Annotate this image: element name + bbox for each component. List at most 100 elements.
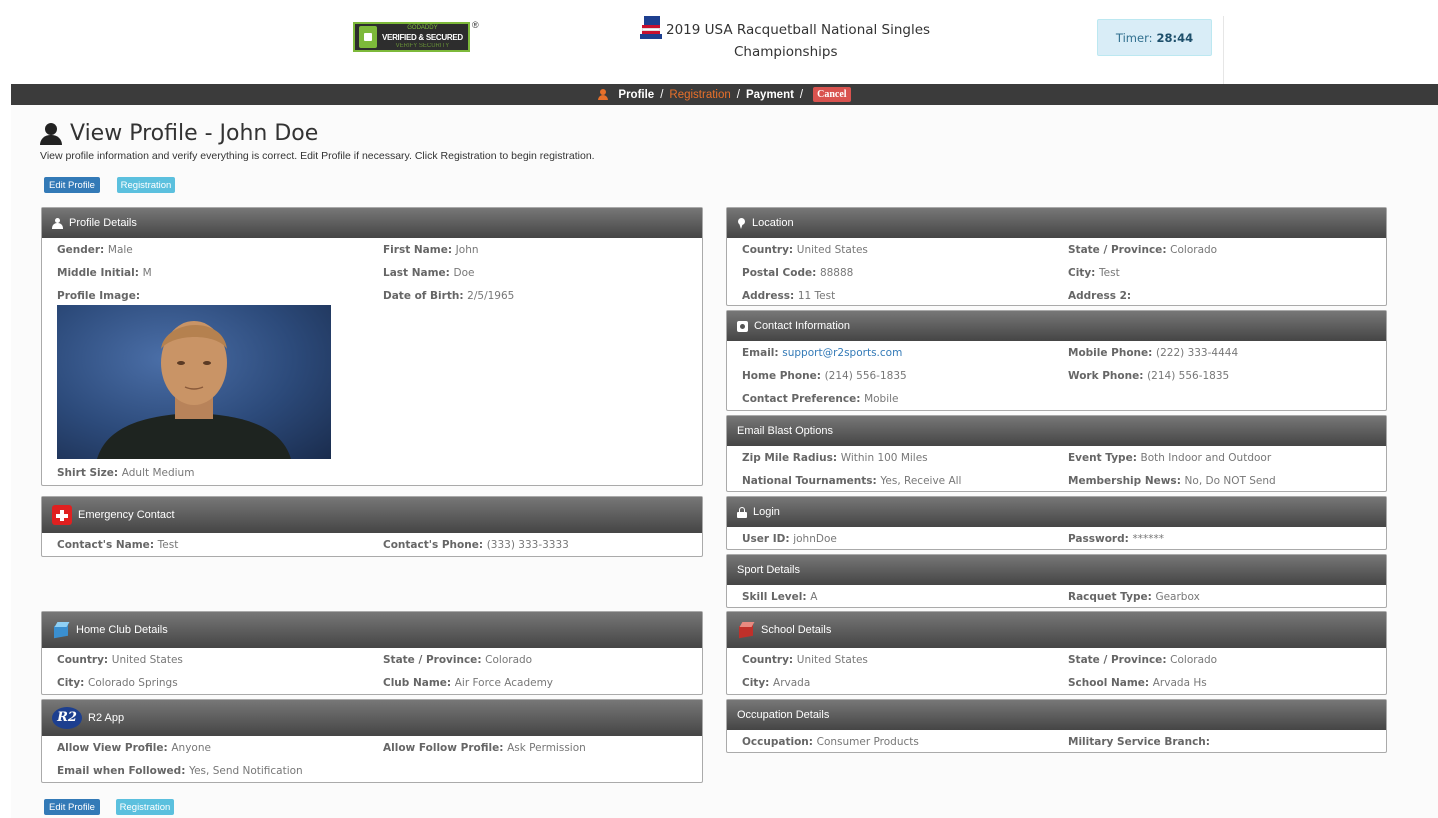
session-timer: Timer: 28:44 (1097, 19, 1212, 56)
event-title: 2019 USA Racquetball National Singles Ch… (640, 14, 970, 63)
nav-step-registration[interactable]: Registration (669, 89, 730, 101)
profile-image-label: Profile Image: (57, 290, 141, 302)
sport-details-panel: Sport Details Skill Level: A Racquet Typ… (726, 554, 1387, 608)
panel-heading: Profile Details (42, 208, 702, 238)
school-details-panel: School Details Country: United States St… (726, 611, 1387, 695)
middle-initial-field: Middle Initial: M (57, 267, 152, 279)
panel-title: Contact Information (754, 320, 850, 332)
event-title-line2: Championships (734, 44, 838, 60)
login-panel: Login User ID: johnDoe Password: ****** (726, 496, 1387, 550)
postal-code-field: Postal Code: 88888 (742, 267, 854, 279)
panel-title: Profile Details (69, 217, 137, 229)
profile-details-panel: Profile Details Gender: Male First Name:… (41, 207, 703, 486)
nav-separator: / (799, 88, 804, 101)
registration-button-bottom[interactable]: Registration (116, 799, 174, 815)
mobile-phone-field: Mobile Phone: (222) 333-4444 (1068, 347, 1239, 359)
badge-main-text: VERIFIED & SECURED (382, 32, 463, 42)
panel-heading: Sport Details (727, 555, 1386, 585)
badge-bottom-text: VERIFY SECURITY (395, 42, 450, 49)
email-link[interactable]: support@r2sports.com (782, 347, 902, 359)
country-field: Country: United States (742, 244, 868, 256)
panel-title: Emergency Contact (78, 509, 175, 521)
registration-steps-nav: Profile / Registration / Payment / Cance… (11, 84, 1438, 105)
page-subtitle: View profile information and verify ever… (40, 150, 595, 162)
panel-title: Email Blast Options (737, 425, 833, 437)
contact-name-field: Contact's Name: Test (57, 539, 179, 551)
panel-title: Sport Details (737, 564, 800, 576)
badge-top-text: GODADDY (407, 24, 438, 31)
cancel-button[interactable]: Cancel (813, 87, 851, 102)
panel-title: Login (753, 506, 780, 518)
event-type-field: Event Type: Both Indoor and Outdoor (1068, 452, 1272, 464)
city-field: City: Test (1068, 267, 1120, 279)
edit-profile-button-bottom[interactable]: Edit Profile (44, 799, 100, 815)
event-logo-icon (640, 14, 662, 40)
date-of-birth-field: Date of Birth: 2/5/1965 (383, 290, 515, 302)
school-name-field: School Name: Arvada Hs (1068, 677, 1207, 689)
timer-value: 28:44 (1156, 30, 1194, 45)
panel-heading: R2 R2 App (42, 700, 702, 736)
panel-heading: Home Club Details (42, 612, 702, 648)
emergency-contact-panel: Emergency Contact Contact's Name: Test C… (41, 496, 703, 557)
header-divider (1223, 16, 1224, 84)
contact-preference-field: Contact Preference: Mobile (742, 393, 899, 405)
racquet-type-field: Racquet Type: Gearbox (1068, 591, 1200, 603)
event-title-line1: 2019 USA Racquetball National Singles (666, 22, 931, 38)
panel-heading: Email Blast Options (727, 416, 1386, 446)
email-blast-panel: Email Blast Options Zip Mile Radius: Wit… (726, 415, 1387, 492)
panel-title: Location (752, 217, 794, 229)
last-name-field: Last Name: Doe (383, 267, 475, 279)
home-club-panel: Home Club Details Country: United States… (41, 611, 703, 695)
lock-icon (359, 26, 377, 48)
r2-app-panel: R2 R2 App Allow View Profile: Anyone All… (41, 699, 703, 783)
panel-heading: Location (727, 208, 1386, 238)
registered-mark: ® (472, 20, 479, 30)
panel-title: Occupation Details (737, 709, 830, 721)
nav-step-payment[interactable]: Payment (746, 89, 794, 101)
contact-info-panel: Contact Information Email: support@r2spo… (726, 310, 1387, 411)
email-field: Email: support@r2sports.com (742, 347, 903, 359)
allow-view-field: Allow View Profile: Anyone (57, 742, 211, 754)
map-pin-icon (737, 217, 746, 229)
school-state-field: State / Province: Colorado (1068, 654, 1218, 666)
club-country-field: Country: United States (57, 654, 183, 666)
page-title: View Profile - John Doe (40, 121, 318, 146)
password-field: Password: ****** (1068, 533, 1164, 545)
address-field: Address: 11 Test (742, 290, 836, 302)
national-tournaments-field: National Tournaments: Yes, Receive All (742, 475, 962, 487)
location-panel: Location Country: United States State / … (726, 207, 1387, 306)
membership-news-field: Membership News: No, Do NOT Send (1068, 475, 1276, 487)
nav-step-profile[interactable]: Profile (618, 89, 654, 101)
nav-separator: / (736, 88, 740, 101)
panel-title: Home Club Details (76, 624, 168, 636)
contact-phone-field: Contact's Phone: (333) 333-3333 (383, 539, 569, 551)
site-header: GODADDY VERIFIED & SECURED VERIFY SECURI… (0, 0, 1438, 84)
user-icon (40, 122, 62, 145)
panel-heading: Occupation Details (727, 700, 1386, 730)
page-title-text: View Profile - John Doe (70, 121, 319, 146)
profile-photo (57, 305, 331, 459)
military-branch-field: Military Service Branch: (1068, 736, 1210, 748)
state-field: State / Province: Colorado (1068, 244, 1218, 256)
medkit-icon (52, 505, 72, 525)
edit-profile-button[interactable]: Edit Profile (44, 177, 100, 193)
panel-title: R2 App (88, 712, 125, 724)
skill-level-field: Skill Level: A (742, 591, 818, 603)
registration-button[interactable]: Registration (117, 177, 175, 193)
panel-heading: Contact Information (727, 311, 1386, 341)
home-phone-field: Home Phone: (214) 556-1835 (742, 370, 907, 382)
panel-heading: Emergency Contact (42, 497, 702, 533)
work-phone-field: Work Phone: (214) 556-1835 (1068, 370, 1230, 382)
occupation-details-panel: Occupation Details Occupation: Consumer … (726, 699, 1387, 753)
zip-radius-field: Zip Mile Radius: Within 100 Miles (742, 452, 928, 464)
allow-follow-field: Allow Follow Profile: Ask Permission (383, 742, 586, 754)
club-city-field: City: Colorado Springs (57, 677, 178, 689)
school-country-field: Country: United States (742, 654, 868, 666)
panel-heading: Login (727, 497, 1386, 527)
person-icon (52, 217, 63, 229)
godaddy-verified-badge[interactable]: GODADDY VERIFIED & SECURED VERIFY SECURI… (353, 22, 470, 52)
r2-logo-icon: R2 (52, 707, 82, 729)
school-box-icon (737, 621, 755, 639)
lock-icon (737, 506, 747, 518)
club-name-field: Club Name: Air Force Academy (383, 677, 554, 689)
